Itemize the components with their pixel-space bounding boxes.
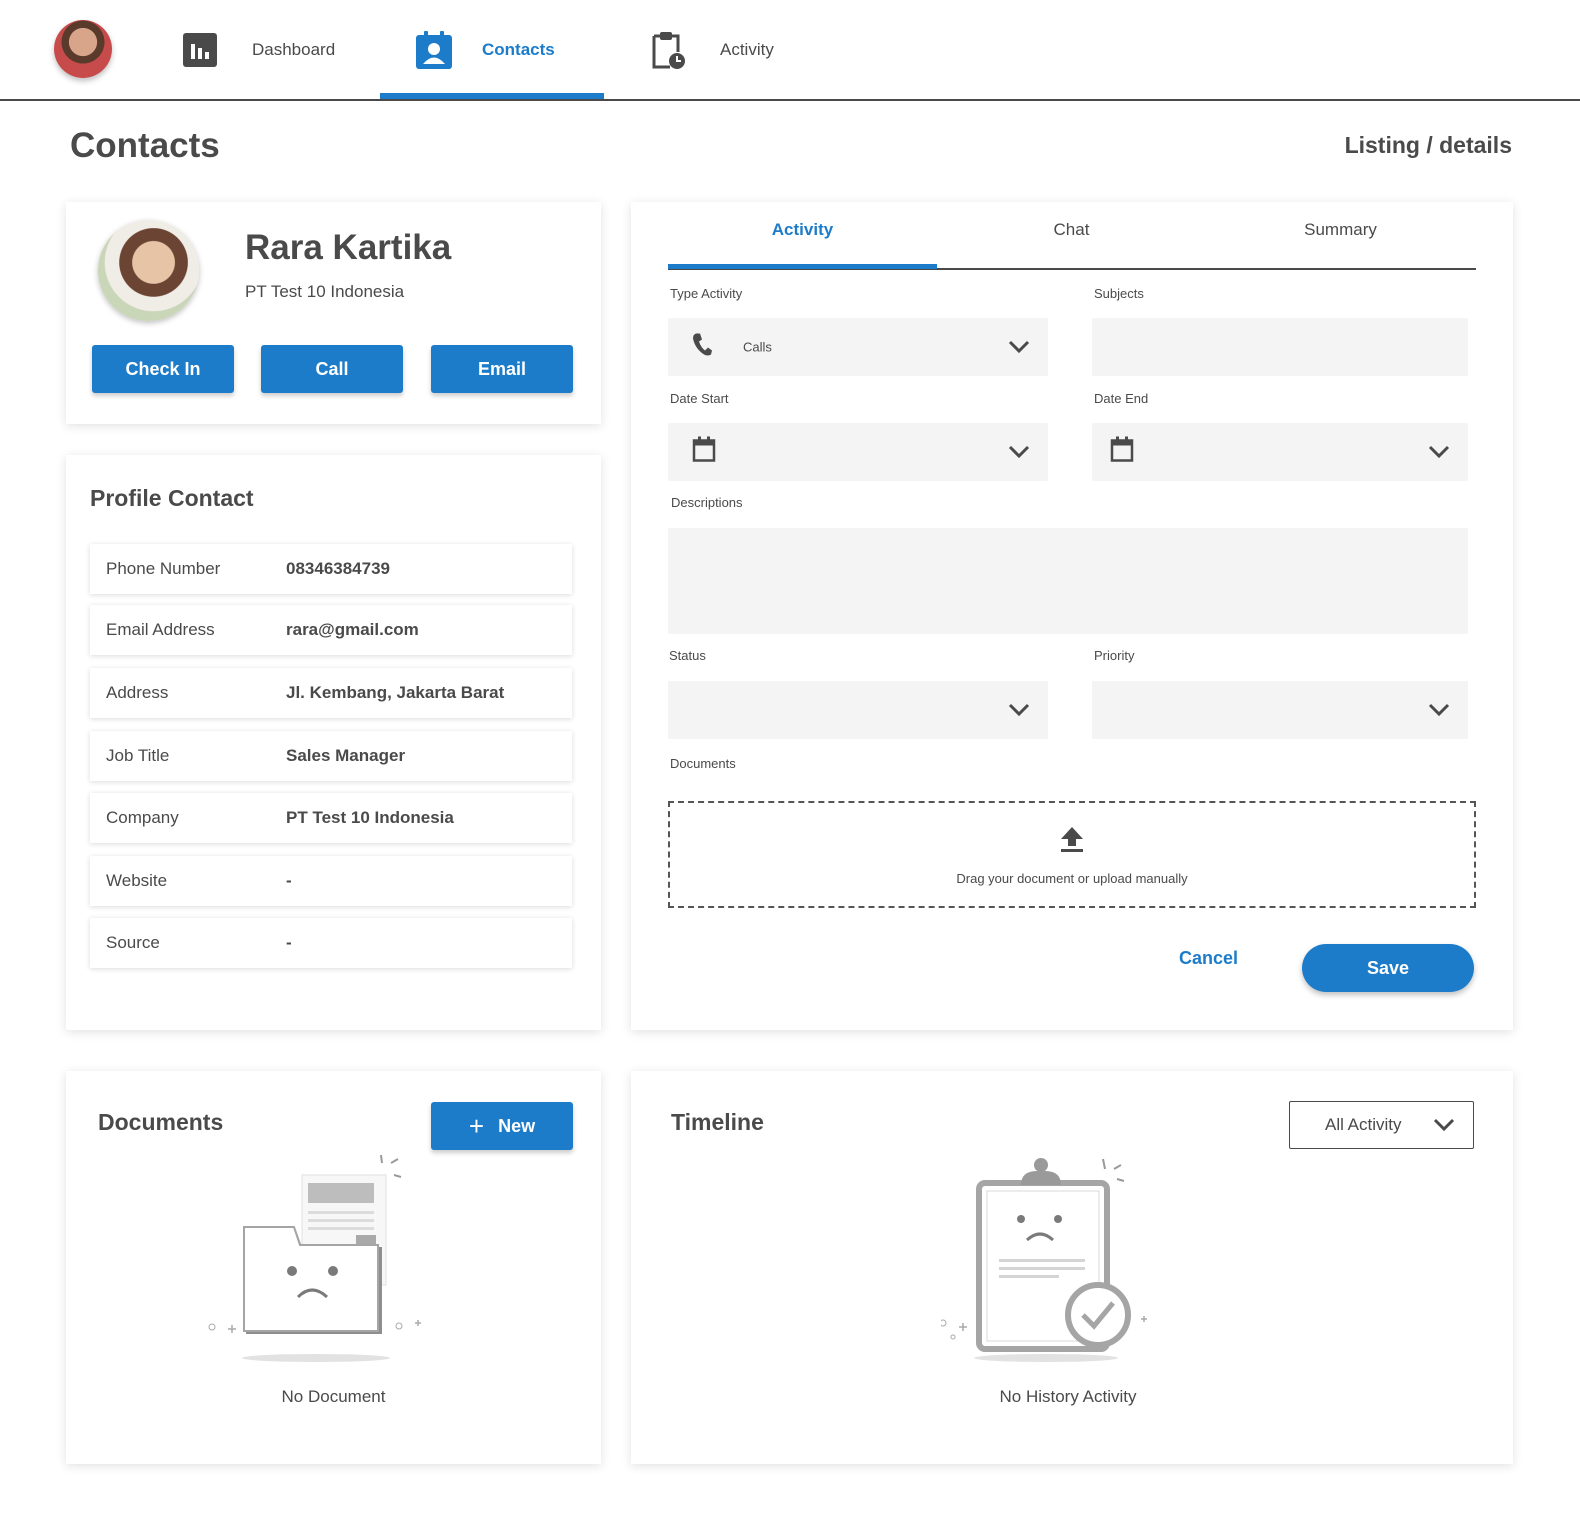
documents-label: Documents: [670, 756, 736, 771]
check-in-button[interactable]: Check In: [92, 345, 234, 393]
empty-clipboard-illustration: [939, 1155, 1171, 1370]
new-document-label: New: [498, 1115, 536, 1136]
calendar-icon: [692, 436, 716, 468]
date-end-label: Date End: [1094, 391, 1149, 406]
detail-value: 08346384739: [286, 559, 391, 578]
priority-select[interactable]: [1092, 681, 1468, 739]
detail-label: Website: [106, 871, 168, 890]
detail-value: PT Test 10 Indonesia: [286, 808, 454, 827]
detail-value: Sales Manager: [286, 746, 406, 765]
contact-header-card: Rara Kartika PT Test 10 Indonesia Check …: [66, 202, 601, 424]
email-button[interactable]: Email: [431, 345, 573, 393]
detail-row-website: Website -: [90, 856, 572, 906]
priority-label: Priority: [1094, 648, 1135, 663]
chevron-down-icon: [1008, 703, 1030, 717]
new-document-button[interactable]: + New: [431, 1102, 573, 1150]
detail-row-address: Address Jl. Kembang, Jakarta Barat: [90, 668, 572, 718]
user-avatar[interactable]: [54, 20, 112, 78]
type-activity-value: Calls: [743, 339, 772, 355]
detail-row-job-title: Job Title Sales Manager: [90, 731, 572, 781]
dropzone-text: Drag your document or upload manually: [956, 871, 1188, 886]
tab-activity[interactable]: Activity: [668, 220, 937, 240]
nav-item-activity[interactable]: Activity: [650, 0, 774, 99]
document-dropzone[interactable]: Drag your document or upload manually: [668, 801, 1476, 908]
documents-heading: Documents: [98, 1109, 224, 1135]
plus-icon: +: [468, 1111, 485, 1141]
nav-label: Activity: [720, 39, 774, 59]
nav-item-contacts[interactable]: Contacts: [416, 0, 555, 99]
detail-value: -: [286, 871, 292, 890]
nav-label: Dashboard: [252, 39, 336, 59]
nav-label: Contacts: [482, 39, 555, 59]
phone-icon: [692, 333, 712, 362]
descriptions-label: Descriptions: [671, 495, 743, 510]
documents-card: Documents + New No Document: [66, 1071, 601, 1464]
status-label: Status: [669, 648, 706, 663]
date-end-picker[interactable]: [1092, 423, 1468, 481]
save-button[interactable]: Save: [1302, 944, 1474, 992]
detail-label: Source: [106, 933, 160, 952]
detail-row-company: Company PT Test 10 Indonesia: [90, 793, 572, 843]
timeline-filter-value: All Activity: [1325, 1115, 1402, 1134]
nav-active-indicator: [380, 93, 604, 99]
form-tabs: Activity Chat Summary: [668, 202, 1476, 270]
chevron-down-icon: [1008, 340, 1030, 354]
timeline-card: Timeline All Activity No History Activit…: [631, 1071, 1513, 1464]
tab-active-indicator: [668, 264, 937, 269]
activity-form-card: Activity Chat Summary Type Activity Call…: [631, 202, 1513, 1030]
profile-contact-heading: Profile Contact: [90, 485, 254, 511]
contact-company: PT Test 10 Indonesia: [245, 282, 405, 301]
chevron-down-icon: [1428, 703, 1450, 717]
descriptions-textarea[interactable]: [668, 528, 1468, 634]
clipboard-clock-icon: [650, 31, 686, 69]
type-activity-label: Type Activity: [670, 286, 743, 301]
subjects-label: Subjects: [1094, 286, 1144, 301]
chevron-down-icon: [1428, 445, 1450, 459]
detail-row-email: Email Address rara@gmail.com: [90, 605, 572, 655]
timeline-empty-text: No History Activity: [999, 1387, 1137, 1406]
contact-name: Rara Kartika: [245, 228, 452, 267]
bar-chart-icon: [182, 32, 218, 68]
detail-value: -: [286, 933, 292, 952]
detail-value: rara@gmail.com: [286, 620, 419, 639]
timeline-filter-select[interactable]: All Activity: [1289, 1101, 1474, 1149]
documents-empty-text: No Document: [281, 1387, 386, 1406]
subjects-input[interactable]: [1092, 318, 1468, 376]
calendar-icon: [1110, 436, 1134, 468]
contact-card-icon: [416, 30, 452, 69]
detail-label: Job Title: [106, 746, 170, 765]
date-start-picker[interactable]: [668, 423, 1048, 481]
tab-chat[interactable]: Chat: [937, 220, 1206, 240]
empty-folder-illustration: [206, 1154, 436, 1370]
type-activity-select[interactable]: Calls: [668, 318, 1048, 376]
detail-label: Phone Number: [106, 559, 221, 578]
breadcrumb: Listing / details: [1344, 132, 1512, 158]
call-button[interactable]: Call: [261, 345, 403, 393]
tab-summary[interactable]: Summary: [1206, 220, 1475, 240]
nav-item-dashboard[interactable]: Dashboard: [182, 0, 335, 99]
cancel-button[interactable]: Cancel: [1179, 948, 1238, 969]
date-start-label: Date Start: [670, 391, 729, 406]
chevron-down-icon: [1433, 1118, 1455, 1132]
detail-row-source: Source -: [90, 918, 572, 968]
detail-label: Email Address: [106, 620, 215, 639]
detail-row-phone: Phone Number 08346384739: [90, 544, 572, 594]
detail-value: Jl. Kembang, Jakarta Barat: [286, 683, 505, 702]
top-navbar: Dashboard Contacts Activity: [0, 0, 1580, 101]
detail-label: Company: [106, 808, 179, 827]
status-select[interactable]: [668, 681, 1048, 739]
contact-avatar: [98, 220, 199, 321]
page-title: Contacts: [70, 126, 220, 165]
timeline-heading: Timeline: [671, 1109, 764, 1135]
detail-label: Address: [106, 683, 169, 702]
chevron-down-icon: [1008, 445, 1030, 459]
upload-icon: [1060, 827, 1084, 858]
profile-contact-card: Profile Contact Phone Number 08346384739…: [66, 455, 601, 1030]
